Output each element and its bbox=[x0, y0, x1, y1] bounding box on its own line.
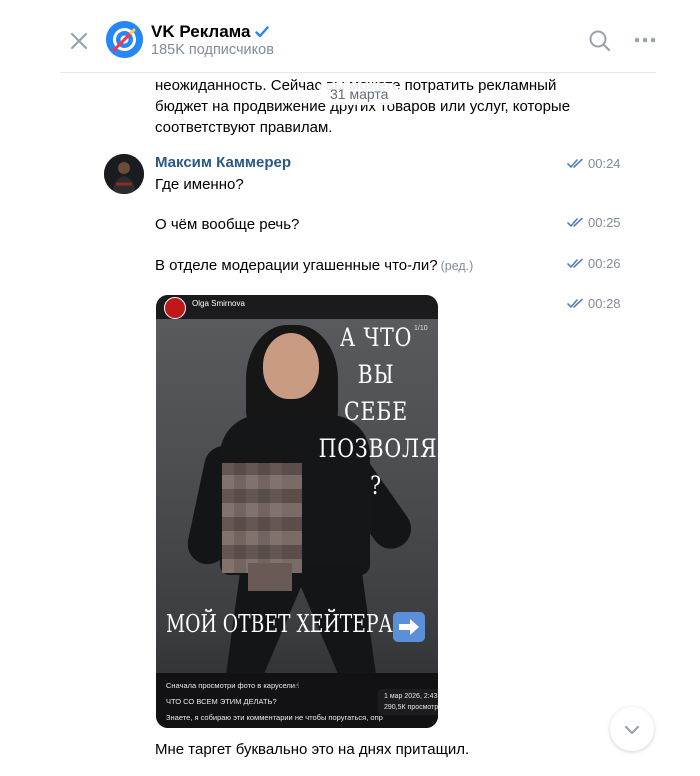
message-time-label: 00:25 bbox=[588, 215, 621, 230]
image-stamp-views: 290,5К просмотр bbox=[384, 704, 438, 711]
image-heading-line: ПОЗВОЛЯЕТЕ ? bbox=[318, 434, 438, 500]
channel-title[interactable]: VK Реклама bbox=[151, 22, 269, 43]
vk-ads-logo-icon bbox=[106, 21, 143, 58]
message-time: 00:24 bbox=[567, 156, 621, 171]
channel-name: VK Реклама bbox=[151, 22, 251, 41]
image-bottom-text: МОЙ ОТВЕТ ХЕЙТЕРАМ bbox=[166, 610, 412, 638]
read-checkmark-icon bbox=[567, 298, 583, 309]
story-avatar bbox=[164, 297, 186, 319]
message-time: 00:28 bbox=[567, 296, 621, 311]
message-text: В отделе модерации угашенные что-ли? (ред… bbox=[155, 255, 473, 277]
read-checkmark-icon bbox=[567, 217, 583, 228]
scroll-down-button[interactable] bbox=[610, 707, 654, 751]
message-time: 00:26 bbox=[567, 256, 621, 271]
search-button[interactable] bbox=[587, 28, 613, 54]
search-icon bbox=[589, 30, 611, 52]
message-time-label: 00:24 bbox=[588, 156, 621, 171]
person-face bbox=[263, 333, 319, 399]
user-avatar-image bbox=[104, 154, 144, 194]
message-author[interactable]: Максим Каммерер bbox=[155, 154, 291, 171]
date-separator: 31 марта bbox=[318, 83, 401, 105]
message-time-label: 00:26 bbox=[588, 256, 621, 271]
more-dots-icon bbox=[634, 37, 656, 43]
image-stamp-date: 1 мар 2026, 2:43 bbox=[384, 693, 438, 700]
edited-label: (ред.) bbox=[440, 259, 474, 273]
read-checkmark-icon bbox=[567, 158, 583, 169]
message-time: 00:25 bbox=[567, 215, 621, 230]
caption-line: ЧТО СО ВСЕМ ЭТИМ ДЕЛАТЬ? bbox=[166, 697, 277, 706]
story-username: Olga Smirnova bbox=[192, 299, 245, 308]
verified-icon bbox=[254, 23, 269, 43]
image-heading-line: А ЧТО ВЫ bbox=[339, 323, 413, 389]
read-checkmark-icon bbox=[567, 258, 583, 269]
message-time-label: 00:28 bbox=[588, 296, 621, 311]
message-image[interactable]: Olga Smirnova 1/10 А ЧТО ВЫ СЕБЕ ПОЗВОЛЯ… bbox=[156, 295, 438, 728]
more-button[interactable] bbox=[632, 30, 658, 50]
message-text-content: В отделе модерации угашенные что-ли? bbox=[155, 257, 438, 274]
image-heading: А ЧТО ВЫ СЕБЕ ПОЗВОЛЯЕТЕ ? bbox=[318, 319, 438, 504]
message-text: Где именно? bbox=[155, 176, 244, 193]
close-button[interactable] bbox=[66, 28, 92, 54]
subscriber-count: 185K подписчиков bbox=[151, 42, 274, 58]
avatar[interactable] bbox=[104, 154, 144, 194]
image-timestamp: 1 мар 2026, 2:43 290,5К просмотр bbox=[378, 689, 438, 715]
image-heading-line: СЕБЕ bbox=[344, 397, 408, 426]
censor-pixelation bbox=[248, 563, 292, 591]
chevron-down-icon bbox=[624, 725, 640, 735]
close-icon bbox=[70, 32, 88, 50]
arrow-right-icon bbox=[393, 612, 425, 642]
message-text: О чём вообще речь? bbox=[155, 216, 300, 233]
caption-line: Сначала просмотри фото в карусели☝ bbox=[166, 681, 300, 690]
header-divider bbox=[60, 72, 656, 73]
caption-line: Знаете, я собираю эти комментарии не что… bbox=[166, 713, 383, 722]
censor-pixelation bbox=[282, 463, 302, 573]
channel-avatar[interactable] bbox=[106, 21, 143, 58]
message-text: Мне таргет буквально это на днях притащи… bbox=[155, 741, 470, 758]
